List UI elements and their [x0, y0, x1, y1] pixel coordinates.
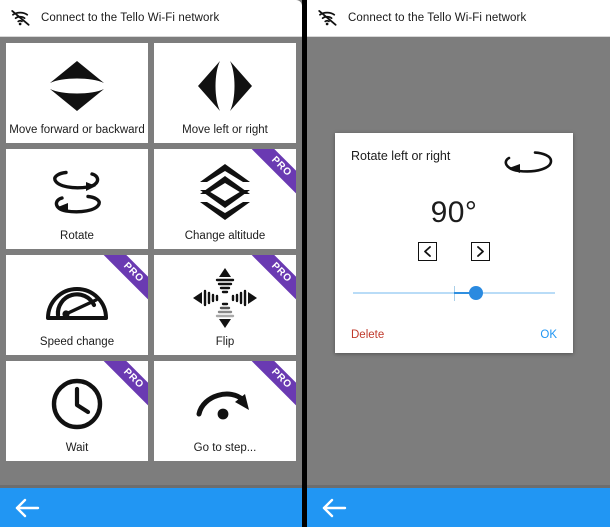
card-move-left-right[interactable]: Move left or right [154, 43, 296, 143]
right-wifi-notice-bar[interactable]: Connect to the Tello Wi-Fi network [307, 0, 610, 37]
rotate-dialog: Rotate left or right 90° Delete OK [335, 133, 573, 353]
change-altitude-icon [154, 149, 296, 230]
card-label: Rotate [60, 230, 94, 242]
card-change-altitude[interactable]: Change altitude PRO [154, 149, 296, 249]
right-phone-panel: Connect to the Tello Wi-Fi network Rotat… [307, 0, 610, 527]
action-card-grid-wrapper: Move forward or backward Move left or ri… [0, 37, 302, 485]
card-label: Change altitude [184, 230, 266, 242]
left-wifi-notice-text: Connect to the Tello Wi-Fi network [41, 12, 220, 24]
back-arrow-icon[interactable] [321, 498, 347, 518]
left-bottom-nav-bar[interactable] [0, 485, 302, 527]
card-move-forward-backward[interactable]: Move forward or backward [6, 43, 148, 143]
rotation-value: 90° [430, 196, 478, 229]
left-wifi-notice-bar[interactable]: Connect to the Tello Wi-Fi network [0, 0, 302, 37]
goto-step-icon [154, 361, 296, 442]
card-goto-step[interactable]: Go to step... PRO [154, 361, 296, 461]
chevron-left-icon [424, 246, 431, 257]
wifi-off-icon [11, 10, 30, 26]
back-arrow-icon[interactable] [14, 498, 40, 518]
dialog-header: Rotate left or right [351, 147, 557, 182]
action-card-grid: Move forward or backward Move left or ri… [6, 43, 296, 461]
wifi-off-icon [318, 10, 337, 26]
clock-icon [6, 361, 148, 442]
dialog-action-row: Delete OK [351, 329, 557, 341]
card-label: Move forward or backward [9, 124, 145, 136]
rotate-right-button[interactable] [471, 242, 490, 261]
dialog-title: Rotate left or right [351, 149, 451, 163]
ok-button[interactable]: OK [540, 329, 557, 341]
speedometer-icon [6, 255, 148, 336]
delete-button[interactable]: Delete [351, 329, 384, 341]
dialog-backdrop: Rotate left or right 90° Delete OK [307, 37, 610, 485]
right-bottom-nav-bar[interactable] [307, 485, 610, 527]
chevron-right-icon [477, 246, 484, 257]
rotate-left-button[interactable] [418, 242, 437, 261]
rotation-slider[interactable] [353, 283, 555, 303]
card-rotate[interactable]: Rotate [6, 149, 148, 249]
card-label: Move left or right [182, 124, 268, 136]
rotate-loop-icon [495, 147, 557, 182]
rotation-stepper [351, 242, 557, 261]
app-root: Connect to the Tello Wi-Fi network Move … [0, 0, 610, 527]
card-label: Flip [215, 336, 235, 348]
card-speed-change[interactable]: Speed change PRO [6, 255, 148, 355]
move-left-right-icon [154, 43, 296, 124]
flip-icon [154, 255, 296, 336]
card-label: Wait [65, 442, 89, 454]
card-wait[interactable]: Wait PRO [6, 361, 148, 461]
left-phone-panel: Connect to the Tello Wi-Fi network Move … [0, 0, 307, 527]
card-flip[interactable]: Flip PRO [154, 255, 296, 355]
right-wifi-notice-text: Connect to the Tello Wi-Fi network [348, 12, 527, 24]
slider-thumb[interactable] [469, 286, 484, 300]
rotate-icon [6, 149, 148, 230]
card-label: Speed change [39, 336, 115, 348]
move-forward-backward-icon [6, 43, 148, 124]
card-label: Go to step... [193, 442, 257, 454]
